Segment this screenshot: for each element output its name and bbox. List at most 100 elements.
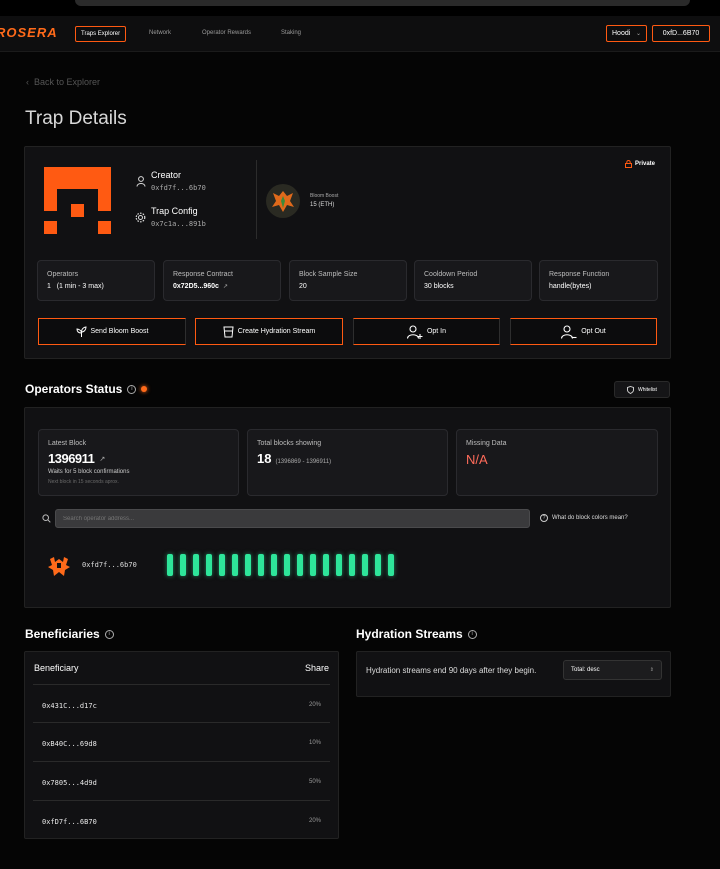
beneficiary-address: 0xB40C...69d8 (42, 740, 97, 748)
chevron-left-icon: ‹ (26, 77, 29, 87)
beneficiary-address: 0xfD7f...6B70 (42, 818, 97, 826)
info-icon[interactable]: i (467, 629, 477, 639)
user-minus-icon (561, 324, 577, 339)
network-label: Hoodi (612, 30, 631, 37)
status-block[interactable] (258, 554, 264, 576)
browser-strip (0, 0, 720, 16)
status-block[interactable] (167, 554, 173, 576)
external-link-icon[interactable]: ↗ (223, 283, 228, 290)
stat-response-function: Response Function handle(bytes) (539, 260, 658, 301)
boost-value: 15 (ETH) (310, 202, 335, 208)
send-bloom-boost-button[interactable]: Send Bloom Boost (38, 318, 186, 345)
sort-select[interactable]: Total: desc ⇕ (563, 660, 662, 680)
status-block[interactable] (206, 554, 212, 576)
hydration-note: Hydration streams end 90 days after they… (366, 666, 537, 675)
beneficiary-share: 50% (308, 779, 321, 785)
creator-label: Creator (151, 170, 182, 180)
opt-out-button[interactable]: Opt Out (510, 318, 657, 345)
total-blocks-card: Total blocks showing 18 (1396869 - 13969… (247, 429, 448, 496)
logo[interactable]: ROSERA (0, 25, 58, 40)
info-icon[interactable]: i (127, 384, 137, 394)
stat-label: Cooldown Period (424, 271, 478, 278)
page-title: Trap Details (25, 108, 127, 129)
latest-block-card: Latest Block 1396911 ↗ Waits for 5 block… (38, 429, 239, 496)
status-block[interactable] (375, 554, 381, 576)
lock-icon (625, 160, 632, 168)
table-row[interactable]: 0x431C...d17c 20% (33, 684, 330, 723)
nav-traps-explorer[interactable]: Traps Explorer (75, 26, 127, 42)
table-row[interactable]: 0xfD7f...6B70 20% (33, 800, 330, 839)
search-operator-input[interactable] (55, 509, 530, 528)
chevron-down-icon: ⌄ (635, 31, 641, 37)
external-link-icon[interactable]: ↗ (99, 455, 105, 463)
nav-staking[interactable]: Staking (276, 26, 306, 40)
status-block[interactable] (362, 554, 368, 576)
info-icon[interactable]: i (104, 629, 114, 639)
opt-in-button[interactable]: Opt In (353, 318, 500, 345)
beneficiary-share: 20% (308, 702, 321, 708)
status-block[interactable] (336, 554, 342, 576)
status-block[interactable] (271, 554, 277, 576)
stat-value: 30 blocks (424, 283, 454, 290)
status-block[interactable] (284, 554, 290, 576)
table-row[interactable]: 0xB40C...69d8 10% (33, 722, 330, 761)
operator-avatar-icon (48, 557, 70, 576)
divider (256, 160, 257, 239)
nav-network[interactable]: Network (144, 26, 176, 40)
block-colors-help[interactable]: ? What do block colors mean? (540, 514, 628, 522)
status-block[interactable] (310, 554, 316, 576)
live-dot-icon (141, 386, 148, 392)
status-block[interactable] (297, 554, 303, 576)
latest-note: Waits for 5 block confirmations (48, 469, 130, 475)
nav-operator-rewards[interactable]: Operator Rewards (197, 26, 256, 40)
operator-address[interactable]: 0xfd7f...6b70 (82, 561, 137, 569)
status-block[interactable] (349, 554, 355, 576)
whitelist-button[interactable]: Whitelist (614, 381, 670, 398)
beneficiary-address: 0x7805...4d9d (42, 779, 97, 787)
table-row[interactable]: 0x7805...4d9d 50% (33, 761, 330, 800)
config-address[interactable]: 0x7c1a...891b (151, 220, 206, 228)
beneficiary-share: 20% (308, 818, 321, 824)
status-block[interactable] (232, 554, 238, 576)
wallet-button[interactable]: 0xfD...6B70 (652, 25, 710, 42)
card-label: Missing Data (466, 440, 507, 447)
stat-response-contract: Response Contract 0x72D5...960c ↗ (163, 260, 281, 301)
status-block[interactable] (180, 554, 186, 576)
help-label: What do block colors mean? (552, 515, 628, 521)
latest-block-number[interactable]: 1396911 (48, 451, 95, 466)
create-hydration-stream-button[interactable]: Create Hydration Stream (195, 318, 343, 345)
back-link[interactable]: ‹ Back to Explorer (26, 77, 100, 87)
stat-block-sample: Block Sample Size 20 (289, 260, 407, 301)
missing-data-card: Missing Data N/A (456, 429, 658, 496)
status-block[interactable] (388, 554, 394, 576)
stat-value: 1 (1 min - 3 max) (47, 283, 104, 290)
total-blocks-value: 18 (257, 451, 272, 466)
gear-icon (135, 212, 146, 223)
hydration-panel: Hydration streams end 90 days after they… (356, 651, 671, 697)
status-block[interactable] (323, 554, 329, 576)
stat-label: Response Contract (173, 271, 233, 278)
creator-address[interactable]: 0xfd7f...6b70 (151, 184, 206, 192)
boost-label: Bloom Boost (310, 193, 339, 199)
status-block[interactable] (193, 554, 199, 576)
beneficiary-address: 0x431C...d17c (42, 702, 97, 710)
config-label: Trap Config (151, 206, 198, 216)
status-block[interactable] (245, 554, 251, 576)
stat-label: Response Function (549, 271, 610, 278)
stat-operators: Operators 1 (1 min - 3 max) (37, 260, 155, 301)
status-block[interactable] (219, 554, 225, 576)
user-plus-icon (406, 324, 423, 339)
network-select[interactable]: Hoodi ⌄ (606, 25, 647, 42)
stat-label: Block Sample Size (299, 271, 358, 278)
private-badge: Private (625, 160, 655, 168)
col-header-share: Share (304, 663, 329, 673)
section-title: Beneficiaries (25, 627, 100, 641)
button-label: Opt In (426, 328, 447, 335)
button-label: Opt Out (581, 328, 606, 335)
trap-avatar-icon (44, 167, 111, 234)
user-icon (136, 176, 146, 187)
url-bar[interactable] (75, 0, 690, 6)
stat-value[interactable]: 0x72D5...960c (173, 283, 219, 290)
hydration-heading: Hydration Streams i (356, 627, 477, 641)
col-header-beneficiary: Beneficiary (34, 663, 79, 673)
